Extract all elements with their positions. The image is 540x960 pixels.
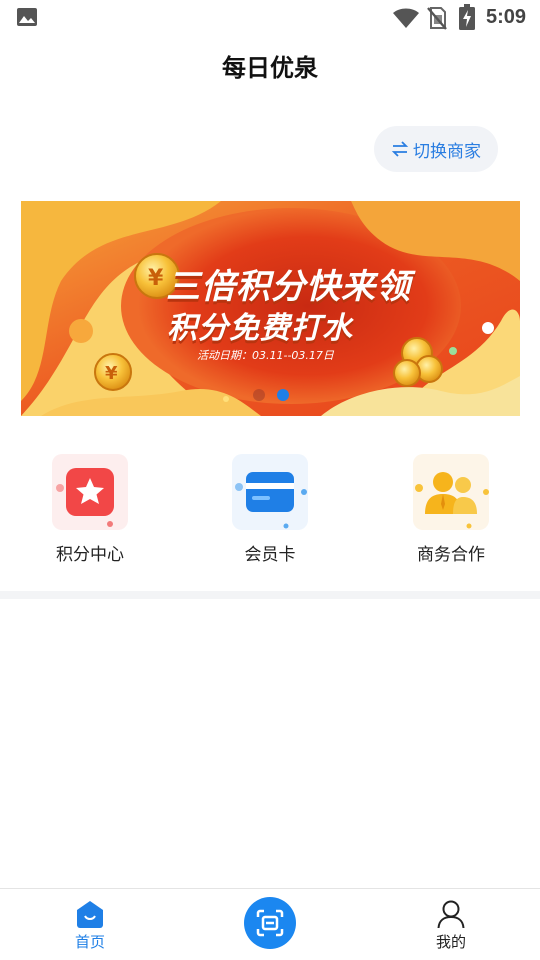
user-icon <box>437 900 465 929</box>
banner-dot-1[interactable] <box>253 389 265 401</box>
menu-business-cooperation-label: 商务合作 <box>417 545 485 565</box>
page-title: 每日优泉 <box>222 54 318 82</box>
star-icon <box>52 454 128 530</box>
menu-member-card-label: 会员卡 <box>244 545 296 565</box>
svg-text:¥: ¥ <box>105 363 118 384</box>
menu-business-cooperation[interactable]: 商务合作 <box>391 454 511 565</box>
bottom-nav: 首页 我的 <box>0 888 540 960</box>
nav-tab-mine[interactable]: 我的 <box>421 899 481 952</box>
nav-home-label: 首页 <box>74 933 105 951</box>
nav-tab-home[interactable]: 首页 <box>60 899 120 952</box>
no-sim-icon <box>427 7 447 30</box>
wifi-icon <box>393 8 419 28</box>
status-time: 5:09 <box>486 6 527 28</box>
banner-dot-2[interactable] <box>277 389 289 401</box>
status-bar: 5:09 <box>0 0 540 36</box>
card-icon <box>232 454 308 530</box>
scan-icon <box>256 909 284 937</box>
switch-merchant-button[interactable]: 切换商家 <box>374 126 498 172</box>
scan-button[interactable] <box>244 897 296 949</box>
menu-member-card[interactable]: 会员卡 <box>210 454 330 565</box>
banner-date: 活动日期：03.11--03.17日 <box>197 349 334 362</box>
partners-icon <box>413 454 489 530</box>
section-divider <box>0 591 540 599</box>
banner-pagination <box>253 389 289 401</box>
swap-icon <box>391 141 409 157</box>
image-icon <box>17 8 37 26</box>
svg-text:¥: ¥ <box>148 266 164 291</box>
banner-headline-2: 积分免费打水 <box>167 311 353 346</box>
promo-banner[interactable]: ¥ ¥ 三倍积分快来领 积分免费打水 活动日期：03.11--03.17日 <box>21 201 520 416</box>
menu-points-center-label: 积分中心 <box>56 545 124 565</box>
banner-headline-1: 三倍积分快来领 <box>166 267 411 307</box>
home-icon <box>77 901 103 928</box>
switch-merchant-label: 切换商家 <box>413 141 481 162</box>
battery-charging-icon <box>459 4 475 30</box>
nav-mine-label: 我的 <box>435 933 466 951</box>
menu-points-center[interactable]: 积分中心 <box>30 454 150 565</box>
